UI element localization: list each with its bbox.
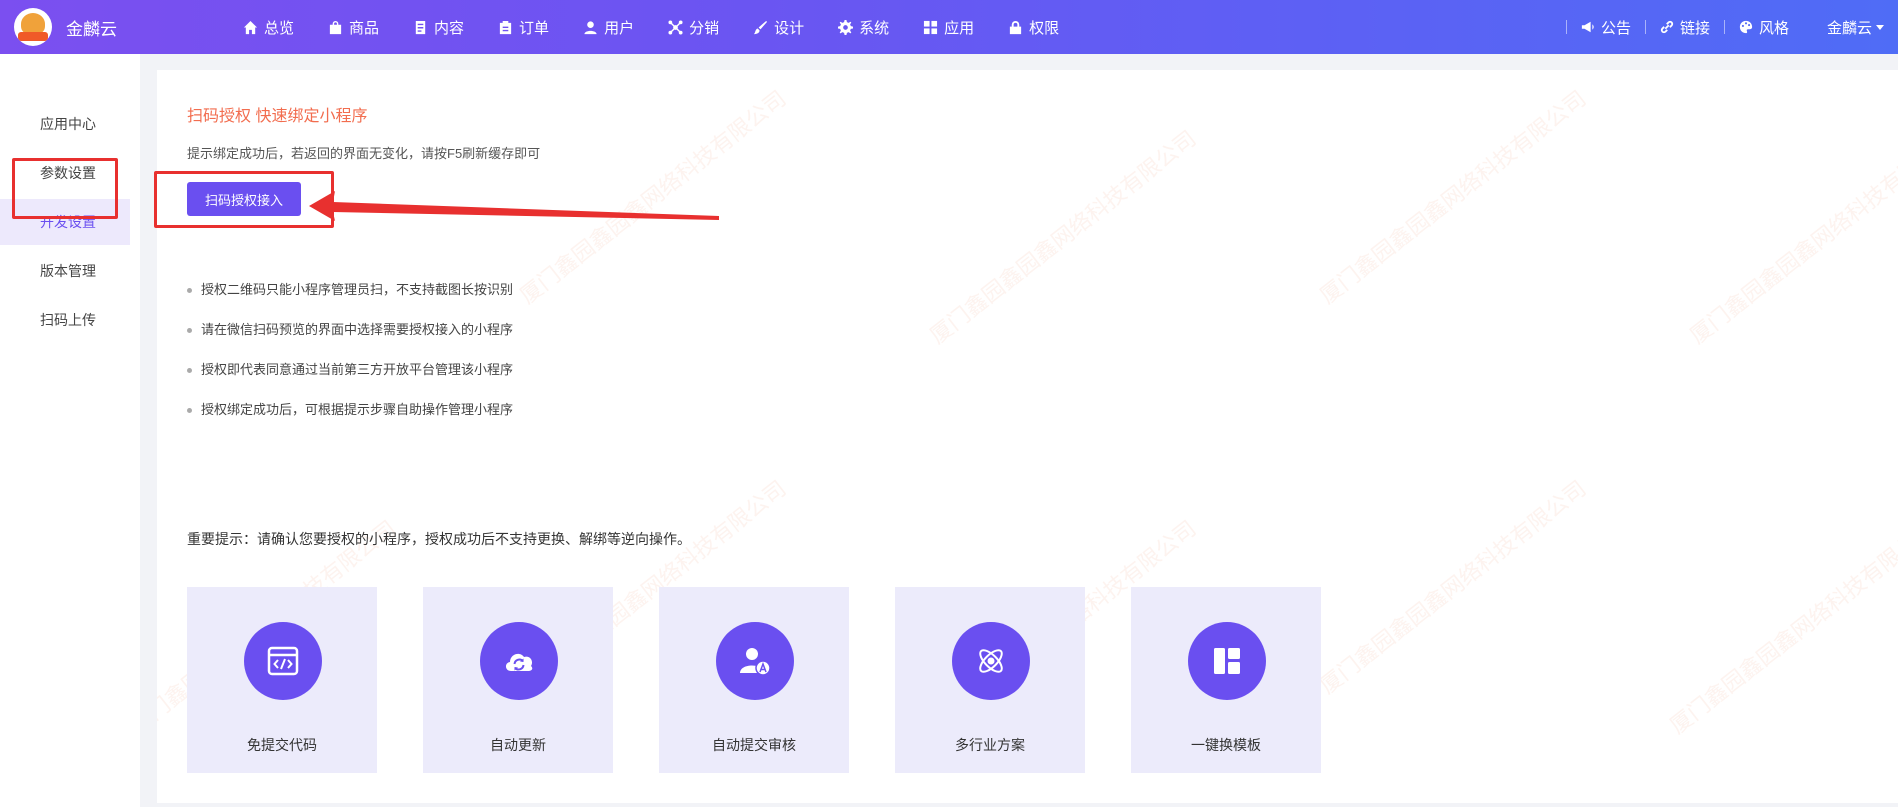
feature-icon-circle (244, 622, 322, 700)
link-button[interactable]: 链接 (1646, 17, 1724, 38)
logo-icon (14, 8, 52, 46)
nav-item-goods[interactable]: 商品 (311, 0, 396, 54)
style-button[interactable]: 风格 (1725, 17, 1803, 38)
nav-item-distribution[interactable]: 分销 (651, 0, 736, 54)
caret-down-icon (1876, 24, 1884, 30)
sidebar: 应用中心 参数设置 开发设置 版本管理 扫码上传 (0, 54, 140, 807)
atom-icon (979, 649, 1003, 673)
list-item: 请在微信扫码预览的界面中选择需要授权接入的小程序 (187, 322, 513, 362)
home-icon (243, 20, 258, 34)
refresh-hint: 提示绑定成功后，若返回的界面无变化，请按F5刷新缓存即可 (187, 146, 541, 161)
list-item: 授权即代表同意通过当前第三方开放平台管理该小程序 (187, 362, 513, 402)
feature-card-no-code: 免提交代码 (187, 587, 377, 773)
user-menu[interactable]: 金麟云 (1803, 17, 1898, 38)
feature-card-template: 一键换模板 (1131, 587, 1321, 773)
feature-label: 自动提交审核 (712, 737, 796, 753)
brand[interactable]: 金麟云 (0, 8, 210, 46)
nav-item-permissions[interactable]: 权限 (991, 0, 1076, 54)
feature-icon-circle (1188, 622, 1266, 700)
template-layout-icon (1214, 648, 1240, 674)
nav-item-apps[interactable]: 应用 (906, 0, 991, 54)
main-card: 厦门鑫园鑫园鑫网络科技有限公司 厦门鑫园鑫园鑫网络科技有限公司 厦门鑫园鑫园鑫网… (157, 70, 1898, 803)
clipboard-icon (499, 20, 512, 34)
scan-authorize-button[interactable]: 扫码授权接入 (187, 182, 301, 216)
list-item: 授权二维码只能小程序管理员扫，不支持截图长按识别 (187, 282, 513, 322)
watermark: 厦门鑫园鑫园鑫网络科技有限公司 (1665, 515, 1898, 739)
feature-label: 自动更新 (490, 737, 546, 753)
link-icon (1660, 20, 1674, 34)
feature-label: 免提交代码 (247, 737, 317, 753)
features: 免提交代码 自动更新 自动提交审核 多行业方案 一键换模板 (187, 587, 1367, 773)
important-notice: 重要提示：请确认您要授权的小程序，授权成功后不支持更换、解绑等逆向操作。 (187, 531, 691, 547)
sidebar-item-scan-upload[interactable]: 扫码上传 (0, 297, 130, 343)
feature-label: 多行业方案 (955, 737, 1025, 753)
watermark: 厦门鑫园鑫园鑫网络科技有限公司 (1685, 125, 1898, 349)
lock-icon (1010, 20, 1022, 34)
sidebar-item-parameters[interactable]: 参数设置 (0, 150, 130, 196)
brand-name: 金麟云 (66, 19, 117, 39)
nav-item-orders[interactable]: 订单 (481, 0, 566, 54)
feature-label: 一键换模板 (1191, 737, 1261, 753)
feature-icon-circle (716, 622, 794, 700)
megaphone-icon (1581, 21, 1594, 33)
brush-icon (754, 20, 768, 34)
nav-item-design[interactable]: 设计 (736, 0, 821, 54)
feature-icon-circle (480, 622, 558, 700)
list-item: 授权绑定成功后，可根据提示步骤自助操作管理小程序 (187, 402, 513, 442)
palette-icon (1739, 20, 1753, 34)
right-nav: 公告 链接 风格 金麟云 (1565, 0, 1898, 54)
watermark: 厦门鑫园鑫园鑫网络科技有限公司 (925, 125, 1201, 349)
feature-card-auto-update: 自动更新 (423, 587, 613, 773)
bag-icon (329, 20, 342, 34)
grid-icon (924, 20, 938, 34)
code-window-icon (267, 646, 299, 676)
tips-list: 授权二维码只能小程序管理员扫，不支持截图长按识别 请在微信扫码预览的界面中选择需… (187, 282, 513, 442)
nav-item-overview[interactable]: 总览 (226, 0, 311, 54)
feature-card-auto-review: 自动提交审核 (659, 587, 849, 773)
announcement-button[interactable]: 公告 (1567, 17, 1645, 38)
sidebar-item-versions[interactable]: 版本管理 (0, 248, 130, 294)
feature-card-industry: 多行业方案 (895, 587, 1085, 773)
sidebar-item-dev-settings[interactable]: 开发设置 (0, 199, 130, 245)
user-icon (584, 20, 597, 34)
cloud-refresh-icon (505, 653, 533, 671)
document-icon (415, 20, 426, 34)
gear-icon (838, 19, 854, 35)
sidebar-item-app-center[interactable]: 应用中心 (0, 101, 130, 147)
nav-item-users[interactable]: 用户 (566, 0, 651, 54)
user-name: 金麟云 (1826, 19, 1872, 37)
feature-icon-circle (952, 622, 1030, 700)
annotation-arrow-icon (309, 191, 719, 221)
nav-item-system[interactable]: 系统 (821, 0, 906, 54)
top-bar: 金麟云 总览 商品 内容 订单 用户 分销 设计 系统 应用 权限 公告 链接 … (0, 0, 1898, 54)
nav-item-content[interactable]: 内容 (396, 0, 481, 54)
main-nav: 总览 商品 内容 订单 用户 分销 设计 系统 应用 权限 (226, 0, 1076, 54)
watermark: 厦门鑫园鑫园鑫网络科技有限公司 (1315, 85, 1591, 309)
page-title: 扫码授权 快速绑定小程序 (187, 108, 368, 125)
user-review-icon (740, 648, 771, 676)
share-icon (668, 19, 683, 35)
